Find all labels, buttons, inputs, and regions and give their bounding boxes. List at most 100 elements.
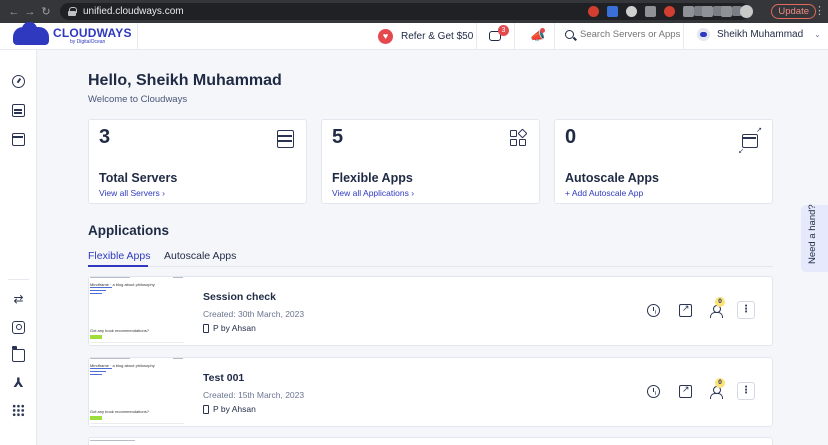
servers-title: Total Servers xyxy=(99,171,178,185)
servers-count: 3 xyxy=(99,126,111,148)
divider xyxy=(137,23,138,50)
collaborators-badge: 0 xyxy=(715,378,725,388)
sidepanel-icon[interactable] xyxy=(721,6,732,17)
arrow-icon: ↙ xyxy=(738,148,744,155)
app-name[interactable]: Session check xyxy=(203,291,276,303)
more-options-button[interactable]: ⋮ xyxy=(737,382,755,400)
list-icon[interactable] xyxy=(702,6,713,17)
search-box[interactable] xyxy=(565,29,685,40)
extension-icon[interactable] xyxy=(588,6,599,17)
sidebar: ⇄ ⅄ xyxy=(0,50,37,445)
dashboard-icon[interactable] xyxy=(12,75,25,88)
extension-icon[interactable] xyxy=(626,6,637,17)
cloud-logo-icon xyxy=(13,22,49,45)
tabs-divider xyxy=(88,266,773,267)
help-tab[interactable]: Need a hand? xyxy=(801,204,828,272)
app-created-date: Created: 15th March, 2023 xyxy=(203,390,305,400)
browser-menu-icon[interactable]: ⋮ xyxy=(814,5,825,17)
extension-icon[interactable] xyxy=(664,6,675,17)
applications-icon[interactable] xyxy=(12,133,25,146)
autoscale-apps-count: 0 xyxy=(565,126,577,148)
app-owner-label: P by Ahsan xyxy=(213,404,256,414)
active-tab-indicator xyxy=(88,265,148,267)
user-name: Sheikh Muhammad xyxy=(717,29,804,40)
server-icon xyxy=(277,130,294,148)
search-icon xyxy=(565,30,574,39)
puzzle-icon[interactable] xyxy=(683,6,694,17)
addons-icon[interactable] xyxy=(12,321,25,334)
help-label: Need a hand? xyxy=(807,204,818,264)
announcement-dot xyxy=(540,28,545,33)
more-options-button[interactable]: ⋮ xyxy=(737,301,755,319)
autoscale-apps-card: 0 ↗ ↙ Autoscale Apps + Add Autoscale App xyxy=(554,119,773,204)
app-row[interactable]: Mindframe · a blog about philosophy Got … xyxy=(88,276,773,346)
project-icon xyxy=(203,323,209,333)
forward-icon[interactable]: → xyxy=(22,6,38,18)
history-icon[interactable] xyxy=(647,304,660,317)
autoscale-icon xyxy=(742,134,758,148)
app-thumbnail: Mindframe · a blog about philosophy Got … xyxy=(89,277,185,345)
lock-icon xyxy=(68,7,77,16)
refer-label: Refer & Get $50 xyxy=(401,31,474,42)
page-subtitle: Welcome to Cloudways xyxy=(88,94,188,105)
divider xyxy=(8,279,29,280)
page-title: Hello, Sheikh Muhammad xyxy=(88,72,282,89)
app-thumbnail: Mindframe · a blog about philosophy Got … xyxy=(89,358,185,426)
external-link-icon[interactable] xyxy=(679,384,692,398)
apps-grid-icon xyxy=(510,128,528,148)
divider xyxy=(554,23,555,50)
servers-icon[interactable] xyxy=(12,104,25,117)
app-row[interactable]: Mindframe · a blog about philosophy Got … xyxy=(88,357,773,427)
app-owner: P by Ahsan xyxy=(203,323,256,333)
flexible-apps-count: 5 xyxy=(332,126,344,148)
main-content: Hello, Sheikh Muhammad Welcome to Cloudw… xyxy=(37,50,828,445)
divider xyxy=(514,23,515,50)
avatar xyxy=(697,28,710,41)
collaborators-badge: 0 xyxy=(715,297,725,307)
extension-icon[interactable] xyxy=(607,6,618,17)
autoscale-apps-title: Autoscale Apps xyxy=(565,171,660,185)
external-link-icon[interactable] xyxy=(679,303,692,317)
flexible-apps-title: Flexible Apps xyxy=(332,171,413,185)
notification-badge: 3 xyxy=(498,25,509,36)
url-text: unified.cloudways.com xyxy=(83,6,184,17)
heart-icon: ♥ xyxy=(378,29,393,44)
view-applications-link[interactable]: View all Applications › xyxy=(332,188,414,198)
tab-autoscale-apps[interactable]: Autoscale Apps xyxy=(164,250,236,262)
app-name[interactable]: Test 001 xyxy=(203,372,244,384)
app-owner: P by Ahsan xyxy=(203,404,256,414)
chevron-down-icon: ⌄ xyxy=(814,30,821,39)
app-created-date: Created: 30th March, 2023 xyxy=(203,309,305,319)
user-menu[interactable]: Sheikh Muhammad ⌄ xyxy=(697,28,821,41)
browser-toolbar: ← → ↻ unified.cloudways.com Update ⋮ xyxy=(0,0,828,23)
tab-flexible-apps[interactable]: Flexible Apps xyxy=(88,250,150,262)
applications-heading: Applications xyxy=(88,223,170,238)
team-icon[interactable]: ⅄ xyxy=(12,376,25,389)
view-servers-link[interactable]: View all Servers › xyxy=(99,188,165,198)
divider xyxy=(683,23,684,50)
search-input[interactable] xyxy=(580,29,685,40)
app-owner-label: P by Ahsan xyxy=(213,323,256,333)
back-icon[interactable]: ← xyxy=(6,6,22,18)
profile-avatar[interactable] xyxy=(740,5,753,18)
history-icon[interactable] xyxy=(647,385,660,398)
divider xyxy=(476,23,477,50)
apps-grid-icon[interactable] xyxy=(12,404,25,417)
migration-icon[interactable]: ⇄ xyxy=(12,293,25,306)
logo-word: CLOUDWAYS xyxy=(53,26,132,40)
add-autoscale-app-link[interactable]: + Add Autoscale App xyxy=(565,188,643,198)
refer-link[interactable]: ♥ Refer & Get $50 xyxy=(378,29,473,44)
extension-icon[interactable] xyxy=(645,6,656,17)
cloudways-logo[interactable]: CLOUDWAYS by DigitalOcean xyxy=(13,22,132,45)
servers-card: 3 Total Servers View all Servers › xyxy=(88,119,307,204)
arrow-icon: ↗ xyxy=(756,127,762,134)
app-row[interactable] xyxy=(88,437,773,445)
project-icon xyxy=(203,404,209,414)
reload-icon[interactable]: ↻ xyxy=(38,5,54,18)
projects-icon[interactable] xyxy=(11,346,25,362)
app-header: CLOUDWAYS by DigitalOcean ♥ Refer & Get … xyxy=(0,22,828,50)
update-button[interactable]: Update xyxy=(771,4,816,19)
flexible-apps-card: 5 Flexible Apps View all Applications › xyxy=(321,119,540,204)
extensions-area xyxy=(588,5,753,18)
logo-sub: by DigitalOcean xyxy=(70,39,106,45)
